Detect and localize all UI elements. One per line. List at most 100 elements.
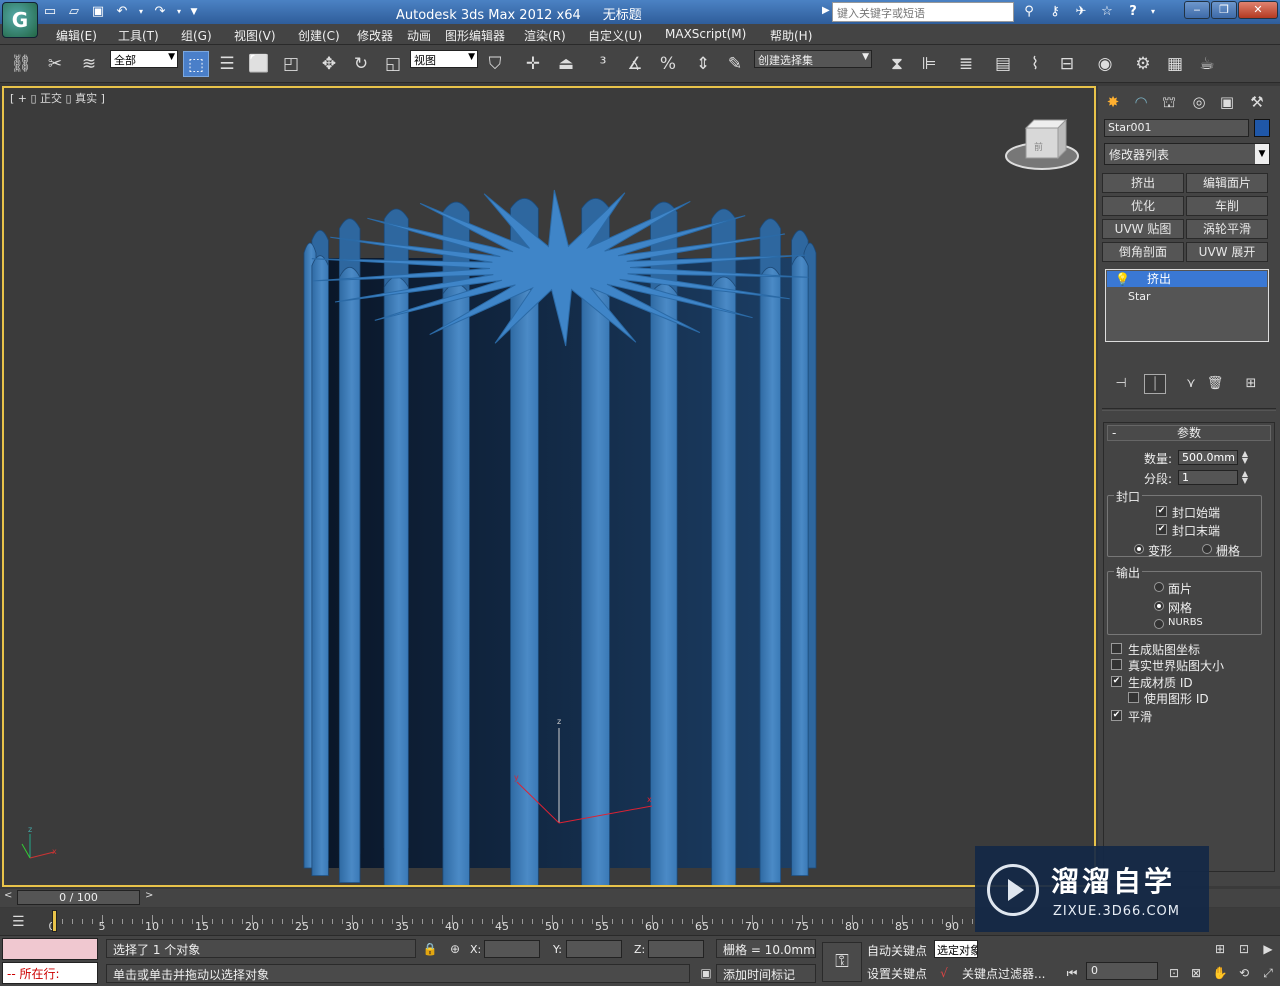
x-coord-field[interactable] [484,940,540,958]
close-button[interactable]: ✕ [1238,1,1278,19]
open-file-icon[interactable]: ▱ [64,3,84,21]
remove-modifier-icon[interactable]: 🗑 [1204,374,1226,394]
modifier-list-dropdown[interactable]: 修改器列表 ▼ [1104,143,1270,165]
make-unique-icon[interactable]: ⋎ [1180,374,1202,394]
amount-spinner[interactable]: 500.0mm [1178,450,1238,465]
menu-create[interactable]: 创建(C) [298,27,340,44]
graphite-tools-icon[interactable]: ▤ [990,51,1016,77]
morph-radio[interactable] [1134,544,1144,554]
lock-selection-icon[interactable]: 🔒 [420,940,440,958]
gen-map-coords-checkbox[interactable] [1111,643,1122,654]
patch-radio[interactable] [1154,582,1164,592]
link-icon[interactable]: ⛓ [8,51,34,77]
set-key-button[interactable]: 设置关键点 [867,965,927,982]
customize-quick-access-icon[interactable]: ▼ [188,3,200,21]
prev-frame-arrow-icon[interactable]: < [4,890,12,901]
absolute-mode-icon[interactable]: ⊕ [445,940,465,958]
object-color-swatch[interactable] [1254,119,1270,137]
snaps-toggle-icon[interactable]: ³ [590,51,616,77]
mesh-radio[interactable] [1154,601,1164,611]
unwrap-uvw-modifier-button[interactable]: UVW 展开 [1186,242,1268,262]
bind-spacewarp-icon[interactable]: ≋ [76,51,102,77]
help-dropdown-icon[interactable]: ▾ [1148,2,1158,22]
pin-stack-icon[interactable]: ⊣ [1110,374,1132,394]
menu-graph-editors[interactable]: 图形编辑器 [445,27,505,44]
help-icon[interactable]: ? [1122,2,1144,22]
cap-start-checkbox[interactable]: ✔ [1156,506,1167,517]
field-of-view-icon[interactable]: ▶ [1258,940,1278,958]
menu-help[interactable]: 帮助(H) [770,27,812,44]
pivot-center-icon[interactable]: ⛉ [482,51,508,77]
time-tag-icon[interactable]: ▣ [696,964,716,982]
object-name-field[interactable]: Star001 [1104,119,1249,137]
menu-group[interactable]: 组(G) [181,27,212,44]
redo-icon[interactable]: ↷ [150,3,170,21]
menu-tools[interactable]: 工具(T) [118,27,159,44]
select-object-icon[interactable]: ⬚ [183,51,209,77]
key-tool-icon[interactable]: ⚷ [1044,2,1066,22]
search-input[interactable]: 键入关键字或短语 [832,2,1014,22]
percent-snap-icon[interactable]: % [655,51,681,77]
maximize-viewport-icon[interactable]: ⤢ [1258,964,1278,982]
keyboard-shortcut-override-icon[interactable]: ⏏ [553,51,579,77]
time-config-icon[interactable]: ⊡ [1164,964,1184,982]
maxscript-listener-box[interactable] [2,938,98,960]
dropdown-arrow-icon[interactable]: ▾ [174,3,184,21]
create-tab-icon[interactable]: ✸ [1100,90,1126,114]
app-logo-button[interactable]: G [2,2,38,38]
motion-tab-icon[interactable]: ◎ [1186,90,1212,114]
frame-ruler[interactable]: 051015202530354045505560657075808590 [49,908,973,935]
minimize-button[interactable]: ‒ [1184,1,1210,19]
select-manipulate-icon[interactable]: ✛ [520,51,546,77]
restore-button[interactable]: ❐ [1211,1,1237,19]
maxscript-mini-listener[interactable]: -- 所在行: [2,962,98,984]
key-filters-button[interactable]: 关键点过滤器... [962,965,1045,982]
hierarchy-tab-icon[interactable]: ⛫ [1156,90,1182,114]
go-to-start-icon[interactable]: ⏮ [1062,964,1082,982]
unlink-icon[interactable]: ✂ [42,51,68,77]
segments-spinner[interactable]: 1 [1178,470,1238,485]
search-expand-icon[interactable]: ▶ [822,5,830,16]
utilities-tab-icon[interactable]: ⚒ [1244,90,1270,114]
angle-snap-icon[interactable]: ∡ [622,51,648,77]
new-file-icon[interactable]: ▭ [40,3,60,21]
perspective-viewport[interactable]: [ + ▯ 正交 ▯ 真实 ] z x y z x 前 [2,86,1096,887]
add-time-tag-button[interactable]: 添加时间标记 [716,964,816,983]
scale-icon[interactable]: ◱ [380,51,406,77]
nurbs-radio[interactable] [1154,619,1164,629]
grid-radio[interactable] [1202,544,1212,554]
auto-key-button[interactable]: 自动关键点 [867,942,927,959]
optimize-modifier-button[interactable]: 优化 [1102,196,1184,216]
smooth-checkbox[interactable]: ✔ [1111,710,1122,721]
use-shape-ids-checkbox[interactable] [1128,692,1139,703]
binoculars-icon[interactable]: ⚲ [1018,2,1040,22]
dropdown-arrow-icon[interactable]: ▾ [136,3,146,21]
rectangle-region-icon[interactable]: ⬜ [246,51,272,77]
pan-hand-icon[interactable]: ✋ [1210,964,1230,982]
zoom-region-icon[interactable]: ⊡ [1234,940,1254,958]
display-tab-icon[interactable]: ▣ [1214,90,1240,114]
edit-patch-modifier-button[interactable]: 编辑面片 [1186,173,1268,193]
parameters-rollout-header[interactable]: - 参数 [1107,425,1271,441]
z-coord-field[interactable] [648,940,704,958]
align-icon[interactable]: ⊫ [916,51,942,77]
mini-curve-editor-icon[interactable]: ☰ [12,914,25,930]
lathe-modifier-button[interactable]: 车削 [1186,196,1268,216]
menu-customize[interactable]: 自定义(U) [588,27,642,44]
uvw-map-modifier-button[interactable]: UVW 贴图 [1102,219,1184,239]
time-slider-thumb[interactable]: 0 / 100 [17,890,140,905]
menu-animation[interactable]: 动画 [407,27,431,44]
edit-named-selection-icon[interactable]: ✎ [722,51,748,77]
spinner-snap-icon[interactable]: ⇕ [690,51,716,77]
key-tangent-icon[interactable]: √ [934,964,954,982]
bevel-profile-modifier-button[interactable]: 倒角剖面 [1102,242,1184,262]
stack-item-extrude[interactable]: 💡 挤出 [1107,271,1267,287]
stack-item-star[interactable]: Star [1128,290,1151,303]
undo-icon[interactable]: ↶ [112,3,132,21]
real-world-size-checkbox[interactable] [1111,659,1122,670]
menu-views[interactable]: 视图(V) [234,27,276,44]
window-crossing-icon[interactable]: ◰ [278,51,304,77]
material-editor-icon[interactable]: ◉ [1092,51,1118,77]
render-teapot-icon[interactable]: ☕ [1194,51,1220,77]
viewcube[interactable]: 前 [1005,118,1079,170]
